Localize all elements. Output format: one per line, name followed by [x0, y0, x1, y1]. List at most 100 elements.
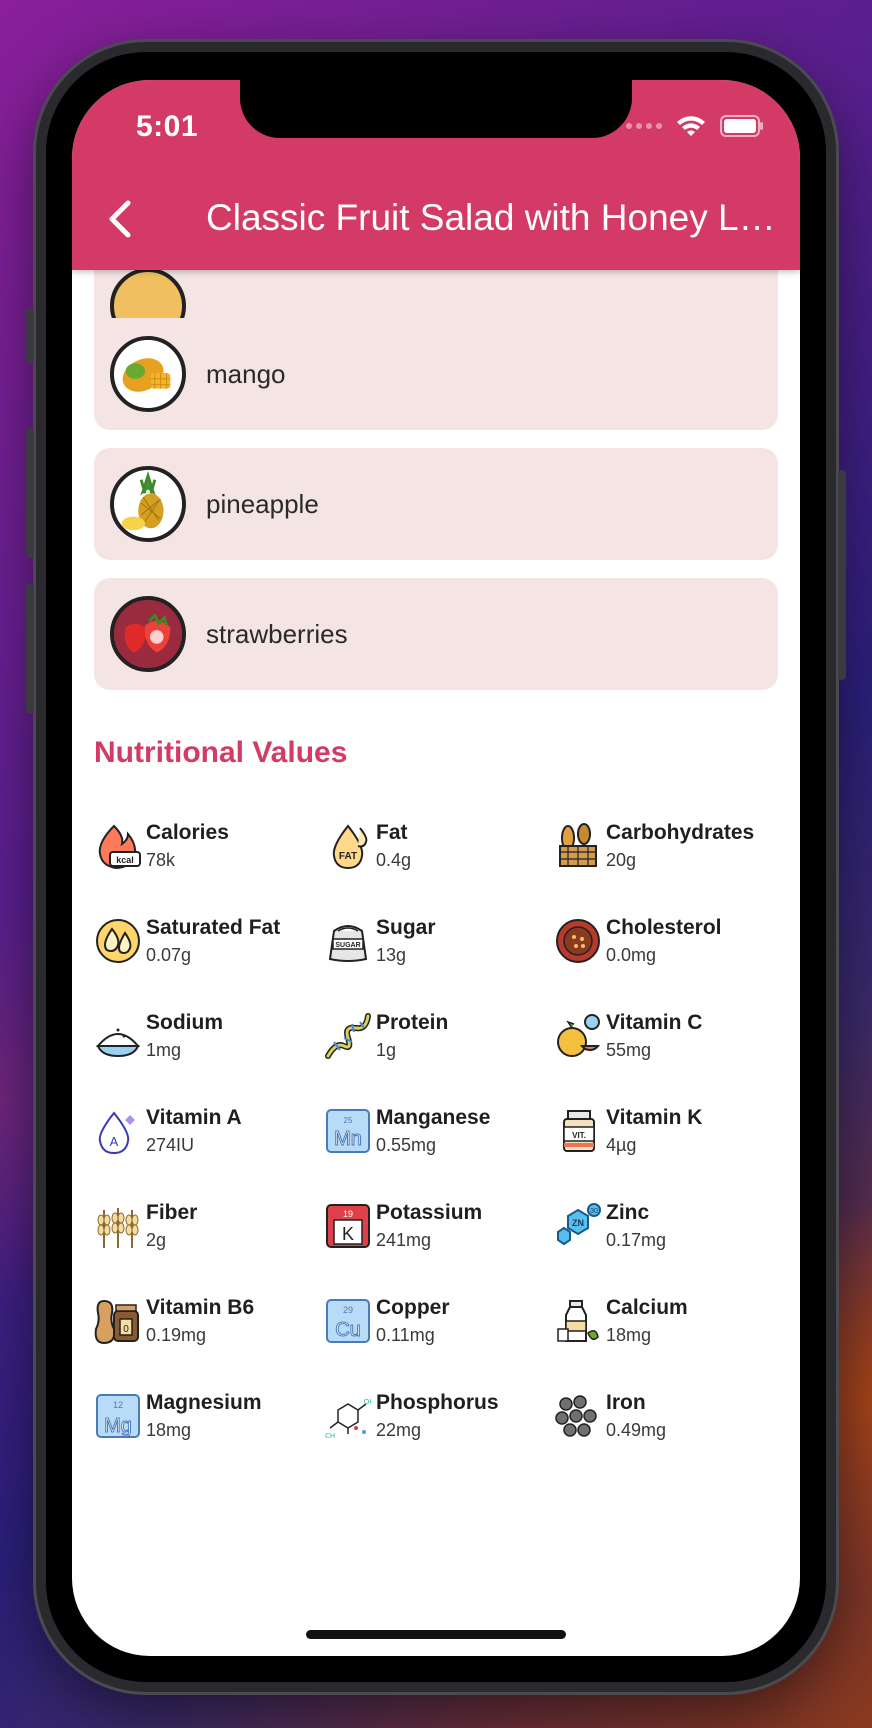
ingredient-card-mango[interactable]: mango: [94, 318, 778, 430]
nutrient-name: Vitamin A: [146, 1106, 242, 1129]
nutrient-value: 1mg: [146, 1040, 182, 1060]
nutrient-value: 1g: [376, 1040, 397, 1060]
nutrient-value: 20g: [606, 850, 637, 870]
nutrient-name: Copper: [376, 1296, 450, 1319]
svg-text:30: 30: [590, 1208, 598, 1215]
svg-text:Mg: Mg: [104, 1415, 132, 1437]
svg-text:FAT: FAT: [339, 851, 357, 862]
nutrient-value: 0.11mg: [376, 1325, 435, 1345]
home-indicator[interactable]: [306, 1630, 566, 1639]
nutrient-name: Vitamin K: [606, 1106, 703, 1129]
nutrient-carbohydrates: Carbohydrates 20g: [554, 820, 782, 880]
nutrient-name: Vitamin C: [606, 1011, 703, 1034]
nutrient-vitamin-k: VIT. Vitamin K 4µg: [554, 1105, 782, 1165]
nutrient-value: 0.07g: [146, 945, 192, 965]
vitamin-k-icon: VIT.: [563, 1110, 595, 1152]
nutrient-name: Iron: [606, 1391, 646, 1414]
nutrient-name: Phosphorus: [376, 1391, 499, 1414]
nutrient-value: 241mg: [376, 1230, 432, 1250]
volume-down-button: [26, 584, 34, 714]
svg-text:OH: OH: [364, 1399, 372, 1406]
svg-text:kcal: kcal: [116, 855, 134, 865]
nutrient-calories: kcal Calories 78k: [94, 820, 322, 880]
nutrient-fiber: Fiber 2g: [94, 1200, 322, 1260]
ingredient-label: strawberries: [206, 618, 348, 649]
nutrient-value: 78k: [146, 850, 176, 870]
svg-text:Cu: Cu: [335, 1319, 361, 1341]
nutrient-name: Sodium: [146, 1011, 223, 1034]
ingredient-card-strawberries[interactable]: strawberries: [94, 578, 778, 690]
ingredient-label: mango: [206, 358, 286, 389]
svg-text:VIT.: VIT.: [572, 1131, 586, 1140]
status-time: 5:01: [136, 110, 199, 143]
calcium-icon: [557, 1300, 599, 1342]
nutrient-value: 13g: [376, 945, 407, 965]
cellular-signal-icon: [626, 123, 662, 129]
potassium-icon: 19 K: [326, 1204, 370, 1248]
mute-switch: [26, 308, 34, 364]
nutrient-name: Calories: [146, 821, 229, 844]
wifi-icon: [676, 114, 706, 138]
volume-up-button: [26, 428, 34, 558]
saturated-fat-icon: [96, 919, 140, 963]
nutrient-name: Saturated Fat: [146, 916, 281, 939]
sodium-icon: [95, 1028, 141, 1058]
vitamin-c-icon: [557, 1014, 601, 1057]
svg-text:25: 25: [344, 1116, 353, 1125]
nutrient-zinc: ZN 30 Zinc 0.17mg: [554, 1200, 782, 1260]
svg-text:29: 29: [343, 1305, 353, 1315]
svg-text:K: K: [342, 1224, 354, 1244]
fat-icon: FAT: [332, 824, 368, 870]
svg-text:12: 12: [113, 1400, 123, 1410]
nutrient-value: 0.0mg: [606, 945, 657, 965]
magnesium-icon: 12 Mg: [96, 1394, 140, 1438]
nutrient-vitamin-b6: 0 Vitamin B6 0.19mg: [94, 1295, 322, 1355]
nutrient-value: 0.55mg: [376, 1135, 437, 1155]
protein-icon: [325, 1013, 371, 1059]
section-title-nutrition: Nutritional Values: [94, 736, 348, 769]
nutrient-value: 18mg: [606, 1325, 652, 1345]
page-title: Classic Fruit Salad with Honey Lime Dres…: [206, 197, 776, 238]
nutrient-fat: FAT Fat 0.4g: [324, 820, 552, 880]
manganese-icon: 25 Mn: [326, 1109, 370, 1153]
power-button: [838, 470, 846, 680]
notch: [240, 80, 632, 138]
nutrient-value: 0.17mg: [606, 1230, 667, 1250]
ingredient-card-pineapple[interactable]: pineapple: [94, 448, 778, 560]
nutrient-name: Fat: [376, 821, 408, 844]
nutrient-name: Manganese: [376, 1106, 491, 1129]
nutrient-magnesium: 12 Mg Magnesium 18mg: [94, 1390, 322, 1450]
nutrient-sodium: Sodium 1mg: [94, 1010, 322, 1070]
mango-icon: [110, 336, 186, 412]
nutrient-value: 22mg: [376, 1420, 422, 1440]
nutrient-name: Zinc: [606, 1201, 650, 1224]
nutrient-name: Calcium: [606, 1296, 688, 1319]
vitamin-b6-icon: 0: [94, 1299, 139, 1345]
svg-text:A: A: [110, 1134, 119, 1149]
nutrient-value: 274IU: [146, 1135, 195, 1155]
svg-text:CH: CH: [325, 1433, 335, 1440]
nutrient-value: 4µg: [606, 1135, 637, 1155]
nutrient-name: Fiber: [146, 1201, 198, 1224]
iron-icon: [555, 1395, 597, 1437]
chevron-left-icon: [109, 200, 131, 238]
calories-icon: kcal: [98, 824, 141, 870]
nutrient-value: 0.49mg: [606, 1420, 667, 1440]
nutrient-iron: Iron 0.49mg: [554, 1390, 782, 1450]
battery-icon: [720, 115, 764, 137]
back-button[interactable]: [96, 194, 146, 244]
nutrient-value: 2g: [146, 1230, 167, 1250]
nutrient-saturated-fat: Saturated Fat 0.07g: [94, 915, 322, 975]
nutrient-value: 0.4g: [376, 850, 412, 870]
nutrient-name: Magnesium: [146, 1391, 262, 1414]
nutrient-sugar: SUGAR Sugar 13g: [324, 915, 552, 975]
ingredient-label: pineapple: [206, 488, 319, 519]
nutrient-calcium: Calcium 18mg: [554, 1295, 782, 1355]
vitamin-a-icon: A: [98, 1111, 135, 1155]
nutrient-value: 0.19mg: [146, 1325, 207, 1345]
copper-icon: 29 Cu: [326, 1299, 370, 1343]
nutrient-value: 55mg: [606, 1040, 652, 1060]
nutrient-phosphorus: OH CH Phosphorus 22mg: [324, 1390, 552, 1450]
app-screen: 5:01 Classic Fruit Salad with Honey Lim …: [72, 80, 800, 1656]
nutrient-name: Cholesterol: [606, 916, 722, 939]
